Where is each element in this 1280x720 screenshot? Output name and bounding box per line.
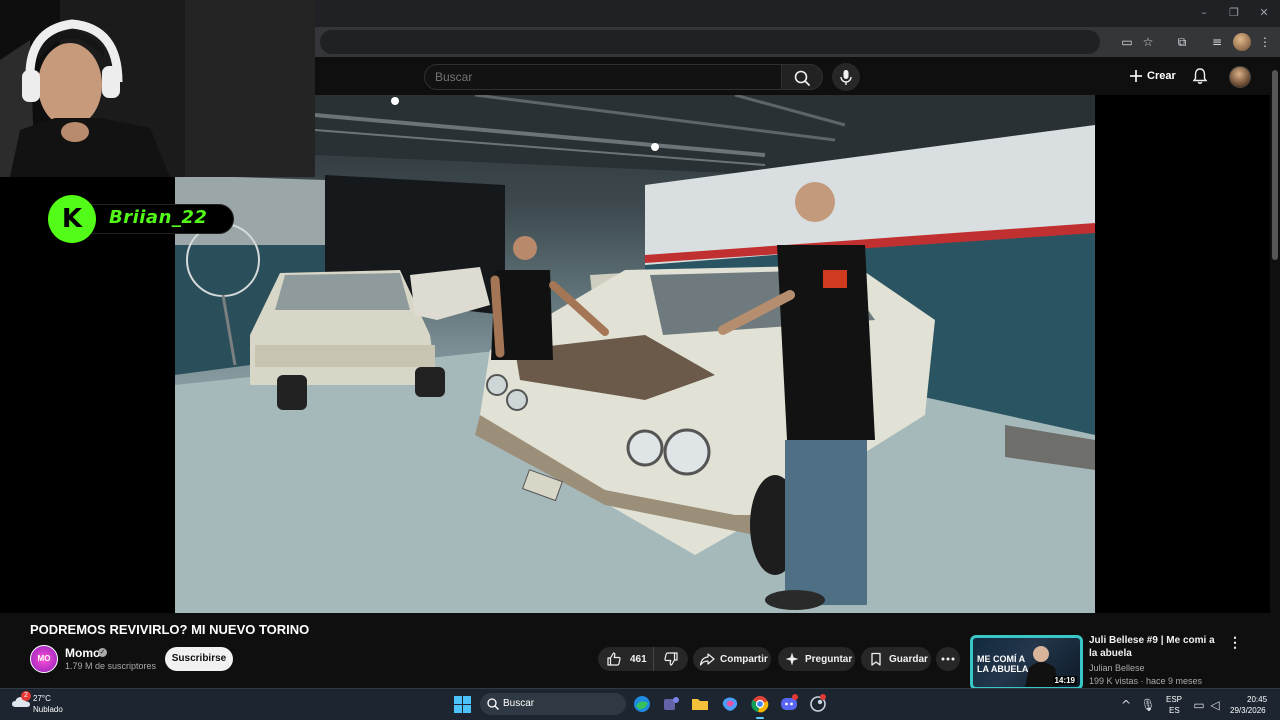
subscriber-count: 1.79 M de suscriptores <box>65 661 157 671</box>
kick-logo-icon: K <box>48 195 96 243</box>
dislike-button[interactable] <box>654 647 688 671</box>
streamer-name: Briian_22 <box>109 207 208 228</box>
clock-time[interactable]: 20:45 <box>1247 695 1267 704</box>
taskbar-app-copilot[interactable] <box>719 693 741 715</box>
create-label: Crear <box>1147 70 1176 82</box>
channel-name[interactable]: Momo <box>65 646 100 660</box>
bookmark-icon <box>871 652 881 666</box>
plus-icon <box>1130 70 1142 82</box>
copilot-icon <box>722 697 738 711</box>
channel-avatar[interactable]: MO <box>30 645 58 673</box>
taskbar-app-steam[interactable] <box>807 693 829 715</box>
recommendation-channel[interactable]: Julian Bellese <box>1089 663 1145 673</box>
recommendation-title[interactable]: Juli Bellese #9 | Me comi a la abuela <box>1089 634 1224 660</box>
save-label: Guardar <box>889 653 928 665</box>
thumbs-up-icon <box>607 652 621 666</box>
search-icon <box>794 70 810 86</box>
sparkle-icon <box>785 652 799 666</box>
search-input[interactable] <box>435 68 765 86</box>
chrome-icon <box>751 696 769 713</box>
browser-profile-avatar[interactable] <box>1233 33 1251 51</box>
share-arrow-icon <box>699 653 715 666</box>
teams-icon <box>664 697 679 710</box>
streamer-badge: K Briian_22 <box>48 195 234 243</box>
like-button[interactable]: 461 <box>598 647 654 671</box>
player-letterbox-right <box>1095 95 1270 613</box>
weather-temperature[interactable]: 27°C <box>33 694 51 703</box>
restore-icon[interactable]: ❐ <box>1226 6 1242 20</box>
weather-alert-badge: 2 <box>21 691 31 701</box>
taskbar-app-explorer[interactable] <box>689 693 711 715</box>
streamer-webcam-feed <box>0 0 315 177</box>
subscribe-button[interactable]: Suscribirse <box>165 647 233 671</box>
tray-expand-chevron-icon[interactable]: ^ <box>1117 696 1135 714</box>
taskbar-app-discord[interactable] <box>778 693 800 715</box>
more-actions-button[interactable] <box>936 647 960 671</box>
ask-label: Preguntar <box>805 653 853 665</box>
taskbar-search-box[interactable] <box>480 693 626 715</box>
search-icon <box>487 698 499 710</box>
steam-icon <box>810 694 826 712</box>
weather-description[interactable]: Nublado <box>33 705 63 714</box>
webcam-overlay <box>0 0 315 177</box>
microphone-icon <box>840 70 852 85</box>
browser-menu-icon[interactable]: ⋮ <box>1256 33 1274 51</box>
thumbs-down-icon <box>664 652 678 666</box>
voice-search-button[interactable] <box>832 63 860 91</box>
recommendation-meta: 199 K vistas · hace 9 meses <box>1089 676 1203 686</box>
taskbar-app-chrome[interactable] <box>749 693 771 719</box>
tray-microphone-icon[interactable]: 🎙 <box>1139 696 1157 714</box>
taskbar-app-teams[interactable] <box>660 693 682 715</box>
share-label: Compartir <box>720 653 768 665</box>
extensions-icon[interactable]: ⧉ <box>1173 33 1191 51</box>
thumbnail-overlay-text: ME COMÍ A LA ABUELA <box>977 654 1029 674</box>
search-button[interactable] <box>781 64 823 90</box>
verified-check-icon: ✓ <box>98 648 107 657</box>
edge-browser-icon <box>634 696 650 712</box>
video-duration-badge: 14:19 <box>1052 676 1077 685</box>
save-button[interactable]: Guardar <box>861 647 931 671</box>
taskbar-search-label: Buscar <box>503 698 535 709</box>
scrollbar-thumb[interactable] <box>1272 70 1278 260</box>
reading-list-icon[interactable]: ≡ <box>1208 33 1226 51</box>
input-language[interactable]: ESP <box>1166 695 1182 704</box>
volume-icon[interactable]: ◁ <box>1206 696 1224 714</box>
discord-icon <box>781 694 798 710</box>
taskbar-app-edge[interactable] <box>631 693 653 715</box>
like-dislike-group: 461 <box>598 647 688 671</box>
search-box[interactable] <box>424 64 782 90</box>
windows-start-icon[interactable] <box>454 696 471 713</box>
notifications-bell-icon[interactable] <box>1190 66 1210 86</box>
like-count: 461 <box>630 653 647 665</box>
address-bar[interactable] <box>320 30 1100 54</box>
ask-button[interactable]: Preguntar <box>778 647 855 671</box>
create-button[interactable]: Crear <box>1124 64 1180 88</box>
video-title: PODREMOS REVIVIRLO? MI NUEVO TORINO <box>30 622 310 637</box>
clock-date[interactable]: 29/3/2026 <box>1230 706 1266 715</box>
recommendation-menu-icon[interactable]: ⋮ <box>1228 634 1242 650</box>
minimize-icon[interactable]: – <box>1196 6 1212 20</box>
recommendation-thumbnail[interactable]: ME COMÍ A LA ABUELA 14:19 <box>970 635 1083 690</box>
bookmark-star-icon[interactable]: ☆ <box>1139 33 1157 51</box>
account-avatar[interactable] <box>1229 66 1251 88</box>
share-button[interactable]: Compartir <box>693 647 771 671</box>
more-horizontal-icon <box>941 657 955 661</box>
close-icon[interactable]: ✕ <box>1256 6 1272 20</box>
keyboard-layout[interactable]: ES <box>1169 706 1180 715</box>
folder-icon <box>692 699 708 710</box>
cast-icon[interactable]: ▭ <box>1118 33 1136 51</box>
